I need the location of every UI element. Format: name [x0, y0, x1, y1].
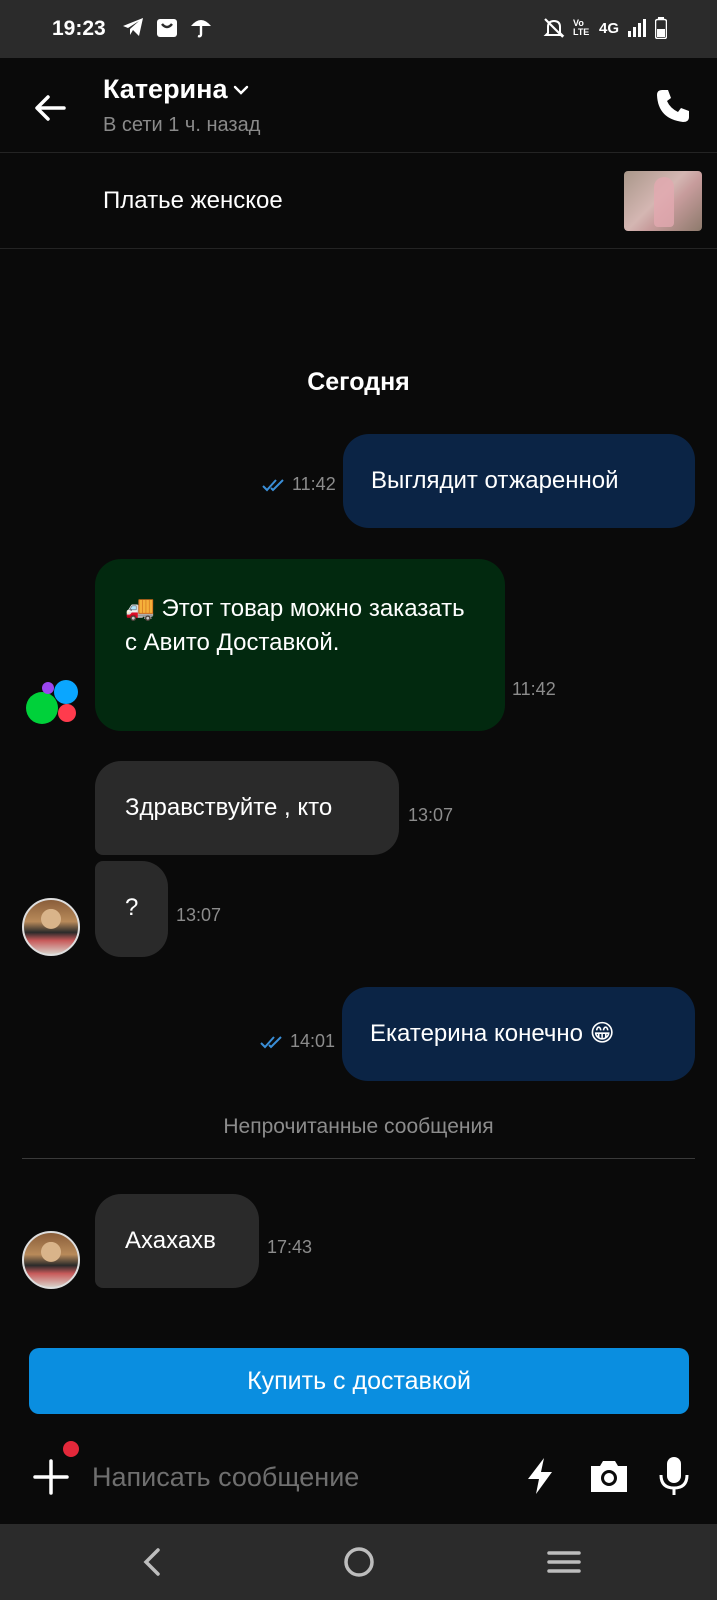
- shopping-bag-icon: [157, 19, 177, 37]
- lightning-icon[interactable]: [518, 1454, 562, 1498]
- message-text: 🚚 Этот товар можно заказать с Авито Дост…: [125, 595, 465, 656]
- message-bubble-incoming[interactable]: Ахахахв: [95, 1194, 259, 1288]
- product-thumbnail[interactable]: [624, 171, 702, 231]
- back-arrow-icon[interactable]: [30, 88, 70, 128]
- double-check-icon: [260, 1035, 282, 1048]
- contact-name-button[interactable]: Катерина: [103, 74, 249, 105]
- date-separator: Сегодня: [307, 368, 410, 396]
- message-text: Екатерина конечно 😁: [370, 1020, 615, 1047]
- message-meta: 11:42: [262, 474, 336, 495]
- message-text: Здравствуйте , кто: [125, 794, 333, 821]
- message-text: ?: [125, 894, 139, 921]
- mute-icon: [543, 18, 565, 38]
- avito-logo-icon: [26, 680, 78, 724]
- buy-with-delivery-button[interactable]: Купить с доставкой: [29, 1348, 689, 1414]
- chevron-down-icon: [234, 85, 249, 95]
- message-bubble-incoming[interactable]: Здравствуйте , кто: [95, 761, 399, 855]
- message-bubble-system[interactable]: 🚚 Этот товар можно заказать с Авито Дост…: [95, 559, 505, 731]
- message-input[interactable]: [92, 1454, 492, 1500]
- unread-divider: [22, 1158, 695, 1159]
- avatar[interactable]: [22, 898, 80, 956]
- avatar[interactable]: [22, 1231, 80, 1289]
- chat-header: Катерина В сети 1 ч. назад: [0, 58, 717, 153]
- unread-messages-label: Непрочитанные сообщения: [223, 1115, 494, 1138]
- product-row[interactable]: Платье женское: [0, 153, 717, 249]
- message-meta: 14:01: [260, 1031, 335, 1052]
- product-title: Платье женское: [103, 187, 283, 214]
- message-meta: 17:43: [267, 1237, 312, 1258]
- plus-icon[interactable]: [30, 1456, 72, 1498]
- nav-menu-icon[interactable]: [540, 1538, 588, 1586]
- message-time: 11:42: [512, 679, 556, 699]
- umbrella-icon: [191, 20, 211, 38]
- message-time: 13:07: [176, 905, 222, 925]
- signal-icon: [628, 19, 646, 37]
- message-meta: 11:42: [512, 679, 556, 700]
- message-time: 13:07: [408, 805, 454, 825]
- message-meta: 13:07: [176, 905, 221, 926]
- battery-icon: [655, 17, 667, 39]
- message-bubble-outgoing[interactable]: Екатерина конечно 😁: [342, 987, 695, 1081]
- contact-name: Катерина: [103, 74, 228, 104]
- double-check-icon: [262, 478, 284, 491]
- message-time: 14:01: [290, 1031, 336, 1051]
- contact-status: В сети 1 ч. назад: [103, 114, 261, 136]
- status-time: 19:23: [52, 17, 106, 40]
- message-time: 11:42: [292, 474, 336, 494]
- status-bar: 19:23 Vo LTE 4G: [0, 0, 717, 58]
- 4g-icon: 4G: [598, 19, 619, 37]
- system-nav-bar: [0, 1524, 717, 1600]
- phone-icon[interactable]: [653, 86, 693, 126]
- buy-button-label: Купить с доставкой: [247, 1366, 471, 1395]
- message-bubble-incoming[interactable]: ?: [95, 861, 168, 957]
- message-composer: [0, 1432, 717, 1522]
- volte-icon: Vo LTE: [572, 18, 590, 37]
- message-bubble-outgoing[interactable]: Выглядит отжаренной: [343, 434, 695, 528]
- notification-dot: [60, 1438, 82, 1460]
- camera-icon[interactable]: [587, 1454, 631, 1498]
- message-meta: 13:07: [408, 805, 453, 826]
- message-text: Ахахахв: [125, 1227, 216, 1254]
- microphone-icon[interactable]: [652, 1454, 696, 1498]
- telegram-icon: [123, 18, 143, 36]
- message-text: Выглядит отжаренной: [371, 467, 619, 494]
- message-time: 17:43: [267, 1237, 313, 1257]
- nav-home-icon[interactable]: [335, 1538, 383, 1586]
- nav-back-icon[interactable]: [128, 1538, 176, 1586]
